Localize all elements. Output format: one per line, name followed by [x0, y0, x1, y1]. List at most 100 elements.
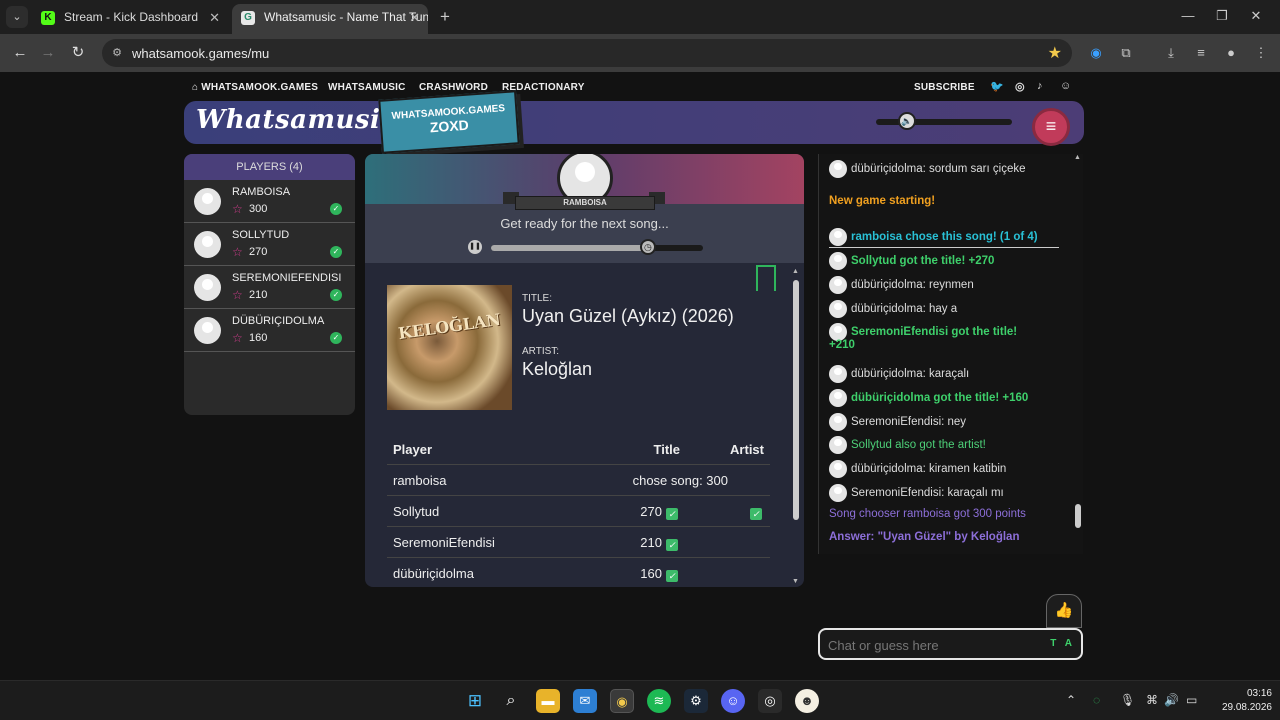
- close-window-icon[interactable]: ✕: [1246, 8, 1266, 24]
- site-info-icon[interactable]: ⚙: [110, 46, 124, 60]
- instagram-icon[interactable]: ◎: [1015, 80, 1025, 93]
- app-ghost-icon[interactable]: ☻: [795, 689, 819, 713]
- profile-avatar-icon[interactable]: ●: [1222, 44, 1240, 62]
- chat-message-text: dübüriçidolma: sordum sarı çiçeke: [851, 163, 1026, 176]
- scroll-up-icon[interactable]: ▲: [1074, 154, 1081, 161]
- player-name: RAMBOISA: [232, 186, 291, 198]
- network-icon[interactable]: ⌘: [1146, 693, 1158, 707]
- chat-message-text: Song chooser ramboisa got 300 points: [829, 508, 1026, 520]
- chat-message-text: dübüriçidolma: hay a: [851, 303, 958, 316]
- extension-icon[interactable]: ◉: [1087, 44, 1105, 62]
- tray-status-icon[interactable]: ◌: [1093, 693, 1100, 707]
- thumbs-up-button[interactable]: 👍: [1046, 594, 1082, 628]
- address-bar[interactable]: ⚙ whatsamook.games/mu ★: [102, 39, 1072, 67]
- avatar: [829, 300, 847, 318]
- obs-icon[interactable]: ◎: [758, 689, 782, 713]
- artist-label: ARTIST:: [522, 346, 560, 357]
- player-score: 270: [249, 246, 268, 258]
- new-tab-button[interactable]: +: [434, 6, 456, 28]
- search-icon[interactable]: ⌕: [499, 689, 523, 713]
- results-table: Player Title Artist ramboisa chose song:…: [387, 434, 770, 587]
- title-artist-indicator: T A: [1050, 638, 1075, 649]
- avatar: [829, 276, 847, 294]
- bookmark-star-icon[interactable]: ★: [1048, 43, 1062, 63]
- game-status-text: Get ready for the next song...: [500, 216, 669, 231]
- song-artist: Keloğlan: [522, 359, 593, 379]
- title-label: TITLE:: [522, 293, 553, 304]
- table-row: SeremoniEfendisi 210 ✓: [387, 527, 770, 558]
- volume-speaker-icon[interactable]: 🔈: [898, 112, 916, 130]
- tab-close-icon[interactable]: ✕: [209, 4, 220, 31]
- media-control-icon[interactable]: ≡: [1192, 44, 1210, 62]
- scroll-up-icon[interactable]: ▲: [792, 268, 799, 275]
- cell-title: 160 ✓: [640, 566, 678, 582]
- chat-message-text: dübüriçidolma got the title! +160: [851, 392, 1029, 405]
- chrome-icon[interactable]: ◉: [610, 689, 634, 713]
- mail-icon[interactable]: ✉: [573, 689, 597, 713]
- timer-clock-icon: ◷: [639, 239, 656, 255]
- file-explorer-icon[interactable]: ▬: [536, 689, 560, 713]
- chat-scrollbar[interactable]: ▲: [1074, 154, 1081, 554]
- start-windows-icon[interactable]: ⊞: [463, 689, 487, 713]
- nav-whatsamusic[interactable]: WHATSAMUSIC: [328, 82, 406, 93]
- star-icon: ☆: [232, 202, 243, 216]
- whatsamusic-logo[interactable]: Whatsamusic: [196, 105, 397, 135]
- table-row: dübüriçidolma 160 ✓: [387, 558, 770, 587]
- twitter-icon[interactable]: 🐦: [990, 80, 1004, 93]
- tab-search-button[interactable]: ⌄: [6, 6, 28, 28]
- tab-close-icon[interactable]: ✕: [409, 4, 420, 31]
- chat-message: dübüriçidolma got the title! +160: [829, 389, 1028, 407]
- chat-message-text: dübüriçidolma: reynmen: [851, 279, 974, 292]
- song-progress-bar[interactable]: ◷: [491, 239, 703, 255]
- scroll-thumb[interactable]: [793, 280, 799, 520]
- scroll-thumb[interactable]: [1075, 504, 1081, 528]
- url-text[interactable]: whatsamook.games/mu: [132, 46, 269, 61]
- scroll-down-icon[interactable]: ▼: [792, 578, 799, 585]
- back-arrow-icon[interactable]: ←: [10, 43, 30, 63]
- forward-arrow-icon[interactable]: →: [38, 43, 58, 63]
- chrome-menu-icon[interactable]: ⋮: [1252, 44, 1270, 62]
- chat-input[interactable]: [828, 636, 1048, 654]
- home-link[interactable]: ⌂ WHATSAMOOK.GAMES: [192, 82, 318, 93]
- bookmark-icon[interactable]: [756, 265, 776, 291]
- star-icon: ☆: [232, 288, 243, 302]
- tray-overflow-icon[interactable]: ⌃: [1066, 693, 1076, 707]
- subscribe-link[interactable]: SUBSCRIBE: [914, 82, 975, 93]
- system-clock[interactable]: 03:16 29.08.2026: [1212, 687, 1272, 715]
- pause-icon[interactable]: ❚❚: [468, 240, 482, 254]
- clock-time: 03:16: [1246, 688, 1272, 699]
- restore-icon[interactable]: ❐: [1212, 8, 1232, 24]
- game-scrollbar[interactable]: ▲ ▼: [792, 268, 799, 585]
- artist-check-icon: ✓: [750, 508, 762, 520]
- tab-kick-dashboard[interactable]: K Stream - Kick Dashboard ✕: [32, 4, 228, 34]
- chat-input-box[interactable]: T A: [818, 628, 1083, 660]
- steam-icon[interactable]: ⚙: [684, 689, 708, 713]
- spotify-icon[interactable]: ≋: [647, 689, 671, 713]
- progress-fill: [491, 245, 648, 251]
- download-icon[interactable]: ⤓: [1162, 44, 1180, 62]
- discord-icon[interactable]: ☺: [721, 689, 745, 713]
- tab-whatsamusic[interactable]: G Whatsamusic - Name That Tune ✕: [232, 4, 428, 34]
- hamburger-menu-button[interactable]: ≡: [1032, 108, 1070, 146]
- nav-crashword[interactable]: CRASHWORD: [419, 82, 488, 93]
- tiktok-icon[interactable]: ♪: [1037, 80, 1043, 92]
- cell-title: 270 ✓: [640, 504, 678, 520]
- player-name: DÜBÜRIÇIDOLMA: [232, 315, 325, 327]
- microphone-icon[interactable]: 🎙: [1120, 693, 1135, 707]
- star-icon: ☆: [232, 331, 243, 345]
- song-title: Uyan Güzel (Aykız) (2026): [522, 306, 734, 326]
- title-check-icon: ✓: [666, 570, 678, 582]
- minimize-icon[interactable]: —: [1178, 8, 1198, 23]
- volume-icon[interactable]: 🔊: [1164, 693, 1179, 707]
- chat-message: dübüriçidolma: karaçalı: [829, 365, 969, 383]
- player-score: 300: [249, 203, 268, 215]
- game-code-badge[interactable]: WHATSAMOOK.GAMES ZOXD: [378, 90, 520, 154]
- battery-icon[interactable]: ▭: [1186, 693, 1197, 707]
- extensions-puzzle-icon[interactable]: ⧉: [1117, 44, 1135, 62]
- player-row: SEREMONIEFENDISI ☆ 210 ✓: [184, 266, 355, 309]
- discord-icon[interactable]: ☺: [1060, 80, 1071, 92]
- cell-title-value: 160: [640, 566, 662, 581]
- chat-message: SeremoniEfendisi got the title!: [829, 323, 1017, 341]
- volume-slider[interactable]: 🔈: [876, 112, 1012, 130]
- reload-icon[interactable]: ↻: [68, 43, 88, 63]
